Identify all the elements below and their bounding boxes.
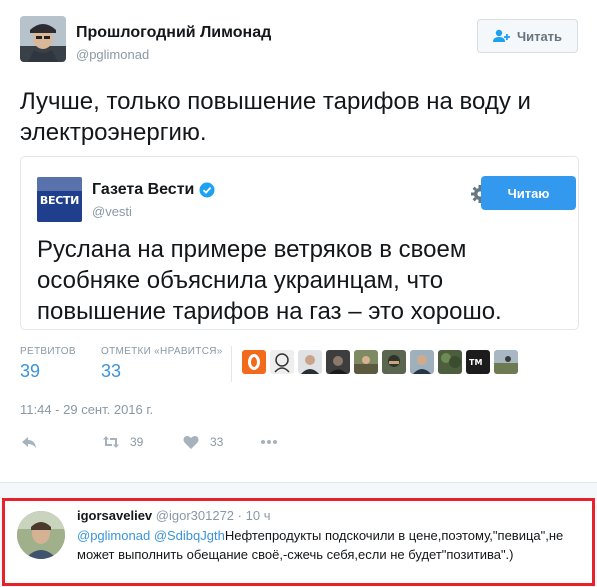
like-count: 33 (210, 435, 224, 449)
tweet-timestamp[interactable]: 11:44 - 29 сент. 2016 г. (20, 402, 153, 417)
retweets-stat[interactable]: РЕТВИТОВ 39 (20, 346, 76, 382)
tweet-stats: РЕТВИТОВ 39 ОТМЕТКИ «НРАВИТСЯ» 33 TM (20, 346, 580, 386)
stats-divider (231, 346, 232, 382)
liker-avatar[interactable] (354, 350, 378, 374)
replies-section: igorsaveliev @igor301272 · 10 ч @pglimon… (0, 482, 597, 587)
reply-text: @pglimonad @SdibqJgthНефтепродукты подск… (77, 526, 577, 564)
liker-avatar[interactable] (326, 350, 350, 374)
mention-link[interactable]: @SdibqJgth (154, 528, 225, 543)
retweet-icon (103, 436, 119, 448)
quoted-author-handle[interactable]: @vesti (92, 204, 132, 219)
likes-label: ОТМЕТКИ «НРАВИТСЯ» (101, 346, 223, 357)
likes-stat[interactable]: ОТМЕТКИ «НРАВИТСЯ» 33 (101, 346, 223, 382)
mention-link[interactable]: @pglimonad (77, 528, 150, 543)
author-handle[interactable]: @pglimonad (76, 47, 149, 62)
liker-avatar[interactable] (242, 350, 266, 374)
author-name[interactable]: Прошлогодний Лимонад (76, 24, 271, 42)
reply-separator: · (237, 508, 243, 523)
quoted-tweet-card[interactable]: ВЕСТИ Газета Вести @vesti Читаю Руслана … (20, 156, 579, 330)
liker-avatar[interactable] (494, 350, 518, 374)
reply-author-handle[interactable]: @igor301272 (156, 508, 234, 523)
add-user-icon (492, 29, 510, 42)
more-button[interactable] (260, 433, 278, 451)
vesti-logo[interactable]: ВЕСТИ (37, 177, 82, 222)
svg-text:TM: TM (469, 358, 482, 367)
liker-avatar[interactable] (410, 350, 434, 374)
follow-button[interactable]: Читать (477, 19, 578, 53)
quoted-author-name[interactable]: Газета Вести (92, 181, 215, 199)
verified-badge-icon (199, 182, 215, 198)
reply-author-name[interactable]: igorsaveliev (77, 508, 152, 523)
quoted-tweet-text: Руслана на примере ветряков в своем особ… (37, 236, 502, 325)
liker-avatar[interactable]: TM (466, 350, 490, 374)
following-button[interactable]: Читаю (481, 176, 576, 210)
liker-avatar[interactable] (438, 350, 462, 374)
retweets-value: 39 (20, 361, 41, 381)
reply-icon (22, 437, 36, 448)
tweet-detail: Прошлогодний Лимонад @pglimonad Читать Л… (0, 0, 597, 482)
retweet-count: 39 (130, 435, 144, 449)
liker-avatar[interactable] (298, 350, 322, 374)
reply-tweet[interactable]: igorsaveliev @igor301272 · 10 ч @pglimon… (2, 498, 595, 586)
tweet-text: Лучше, только повышение тарифов на воду … (20, 88, 531, 146)
reply-body: Нефтепродукты подскочили в цене,поэтому,… (77, 528, 564, 562)
like-button[interactable]: 33 (182, 433, 223, 451)
reply-header: igorsaveliev @igor301272 · 10 ч (77, 508, 271, 523)
liker-avatars: TM (242, 350, 518, 374)
retweets-label: РЕТВИТОВ (20, 346, 76, 357)
vesti-logo-text: ВЕСТИ (39, 194, 80, 207)
reply-author-avatar[interactable] (17, 511, 65, 559)
liker-avatar[interactable] (382, 350, 406, 374)
liker-avatar[interactable] (270, 350, 294, 374)
reply-time[interactable]: 10 ч (246, 508, 271, 523)
more-dots-icon (261, 440, 277, 444)
tweet-actions: 39 33 (20, 433, 580, 453)
likes-value: 33 (101, 361, 122, 381)
author-avatar[interactable] (20, 16, 66, 62)
follow-button-label: Читать (516, 28, 563, 44)
quoted-author-name-text: Газета Вести (92, 181, 195, 198)
heart-icon (183, 435, 199, 449)
retweet-button[interactable]: 39 (102, 433, 143, 451)
reply-button[interactable] (20, 433, 38, 451)
